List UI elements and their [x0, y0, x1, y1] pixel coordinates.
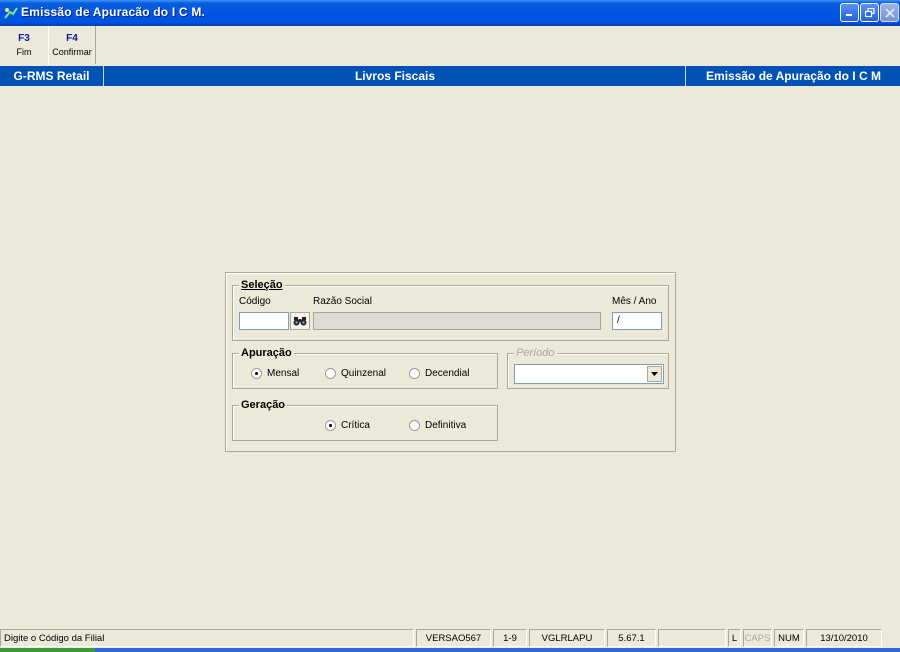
- mes-ano-input[interactable]: /: [612, 312, 662, 330]
- f4-caption: Confirmar: [52, 46, 92, 57]
- periodo-dropdown-arrow[interactable]: [647, 366, 662, 382]
- selecao-group: Seleção Código Razão Social Mês / Ano /: [232, 278, 669, 341]
- status-version: VERSAO567: [416, 629, 491, 647]
- status-num: NUM: [774, 629, 804, 647]
- taskbar-edge: [0, 648, 900, 652]
- radio-definitiva-dot: [409, 420, 420, 431]
- status-range: 1-9: [493, 629, 527, 647]
- minimize-icon: [846, 14, 852, 16]
- chevron-down-icon: [651, 372, 658, 376]
- mes-ano-label: Mês / Ano: [612, 296, 657, 307]
- screen-name: Emissão de Apuração do I C M: [706, 69, 881, 83]
- codigo-label: Código: [239, 296, 271, 307]
- radio-critica[interactable]: Crítica: [325, 420, 370, 431]
- periodo-select[interactable]: [514, 364, 664, 384]
- status-l: L: [728, 629, 741, 647]
- geracao-legend: Geração: [239, 398, 288, 412]
- f4-key-label: F4: [66, 32, 78, 44]
- periodo-group: Período: [507, 346, 669, 389]
- restore-icon: [864, 7, 875, 17]
- function-key-toolbar: F3 Fim F4 Confirmar: [0, 26, 900, 66]
- radio-critica-dot: [325, 420, 336, 431]
- radio-mensal-label: Mensal: [267, 368, 300, 379]
- status-bar: Digite o Código da Filial VERSAO567 1-9 …: [0, 628, 900, 648]
- app-icon: [4, 7, 18, 19]
- search-button[interactable]: [290, 312, 310, 330]
- radio-mensal-dot: [251, 368, 262, 379]
- radio-mensal[interactable]: Mensal: [251, 368, 299, 379]
- status-program: VGLRLAPU: [529, 629, 605, 647]
- radio-decendial[interactable]: Decendial: [409, 368, 469, 379]
- window-title: Emissão de Apuracão do I C M.: [21, 5, 206, 19]
- razao-social-label: Razão Social: [313, 296, 372, 307]
- f3-key-label: F3: [18, 32, 30, 44]
- restore-button[interactable]: [860, 3, 879, 22]
- minimize-button[interactable]: [840, 3, 859, 22]
- radio-quinzenal[interactable]: Quinzenal: [325, 368, 386, 379]
- radio-quinzenal-label: Quinzenal: [341, 368, 387, 379]
- close-button[interactable]: [880, 3, 899, 22]
- radio-definitiva-label: Definitiva: [425, 420, 467, 431]
- header-band: G-RMS Retail Livros Fiscais Emissão de A…: [0, 66, 900, 86]
- radio-decendial-dot: [409, 368, 420, 379]
- selecao-legend: Seleção: [239, 278, 285, 292]
- status-build: 5.67.1: [607, 629, 656, 647]
- apuracao-group: Apuração Mensal Quinzenal Decendial: [232, 346, 498, 389]
- taskbar-start-edge: [0, 648, 95, 652]
- app-name: G-RMS Retail: [0, 66, 104, 86]
- binoculars-icon: [293, 317, 307, 326]
- apuracao-legend: Apuração: [239, 346, 294, 360]
- form-panel: Seleção Código Razão Social Mês / Ano / …: [225, 272, 676, 452]
- f4-confirm-button[interactable]: F4 Confirmar: [48, 26, 96, 64]
- close-icon: [884, 7, 895, 18]
- f3-exit-button[interactable]: F3 Fim: [4, 26, 44, 64]
- module-name: Livros Fiscais: [105, 66, 686, 86]
- razao-social-field: [313, 312, 601, 330]
- codigo-input[interactable]: [239, 312, 289, 330]
- radio-quinzenal-dot: [325, 368, 336, 379]
- status-message: Digite o Código da Filial: [0, 629, 414, 647]
- status-date: 13/10/2010: [806, 629, 882, 647]
- radio-definitiva[interactable]: Definitiva: [409, 420, 466, 431]
- radio-critica-label: Crítica: [341, 420, 370, 431]
- radio-decendial-label: Decendial: [425, 368, 470, 379]
- status-blank: [658, 629, 726, 647]
- title-bar: Emissão de Apuracão do I C M.: [0, 0, 900, 26]
- geracao-group: Geração Crítica Definitiva: [232, 398, 498, 441]
- f3-caption: Fim: [16, 46, 32, 57]
- status-caps: CAPS: [743, 629, 772, 647]
- periodo-legend: Período: [514, 346, 557, 360]
